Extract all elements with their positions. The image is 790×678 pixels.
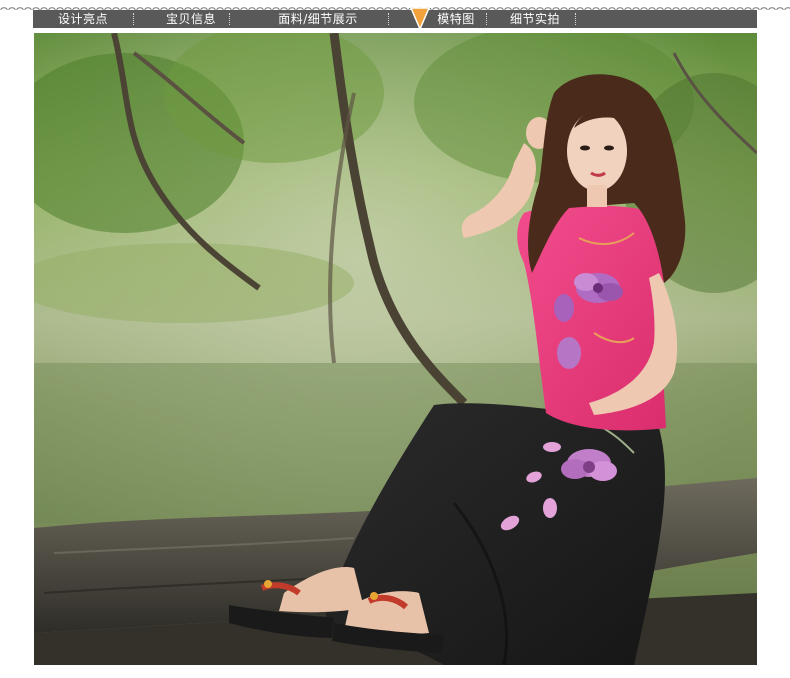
tab-separator: [486, 13, 487, 25]
model-photo-image: [34, 33, 757, 665]
nav-bar: 设计亮点 宝贝信息 面料/细节展示 模特图 细节实拍: [33, 10, 757, 28]
tab-detail-shots[interactable]: 细节实拍: [495, 10, 575, 28]
tab-separator: [388, 13, 389, 25]
tab-separator: [133, 13, 134, 25]
active-tab-arrow-icon: [409, 4, 431, 31]
tab-model-photos[interactable]: 模特图: [428, 10, 484, 28]
tab-separator: [229, 13, 230, 25]
tab-label: 模特图: [437, 12, 475, 26]
tab-fabric-details[interactable]: 面料/细节展示: [243, 10, 393, 28]
tab-label: 宝贝信息: [165, 12, 216, 26]
tab-design-highlights[interactable]: 设计亮点: [33, 10, 133, 28]
tab-product-info[interactable]: 宝贝信息: [141, 10, 241, 28]
tab-label: 细节实拍: [509, 12, 560, 26]
chain-border: [0, 0, 790, 10]
tab-label: 设计亮点: [57, 12, 108, 26]
model-photo: [34, 33, 757, 665]
tab-label: 面料/细节展示: [278, 12, 358, 26]
tab-separator: [575, 13, 576, 25]
